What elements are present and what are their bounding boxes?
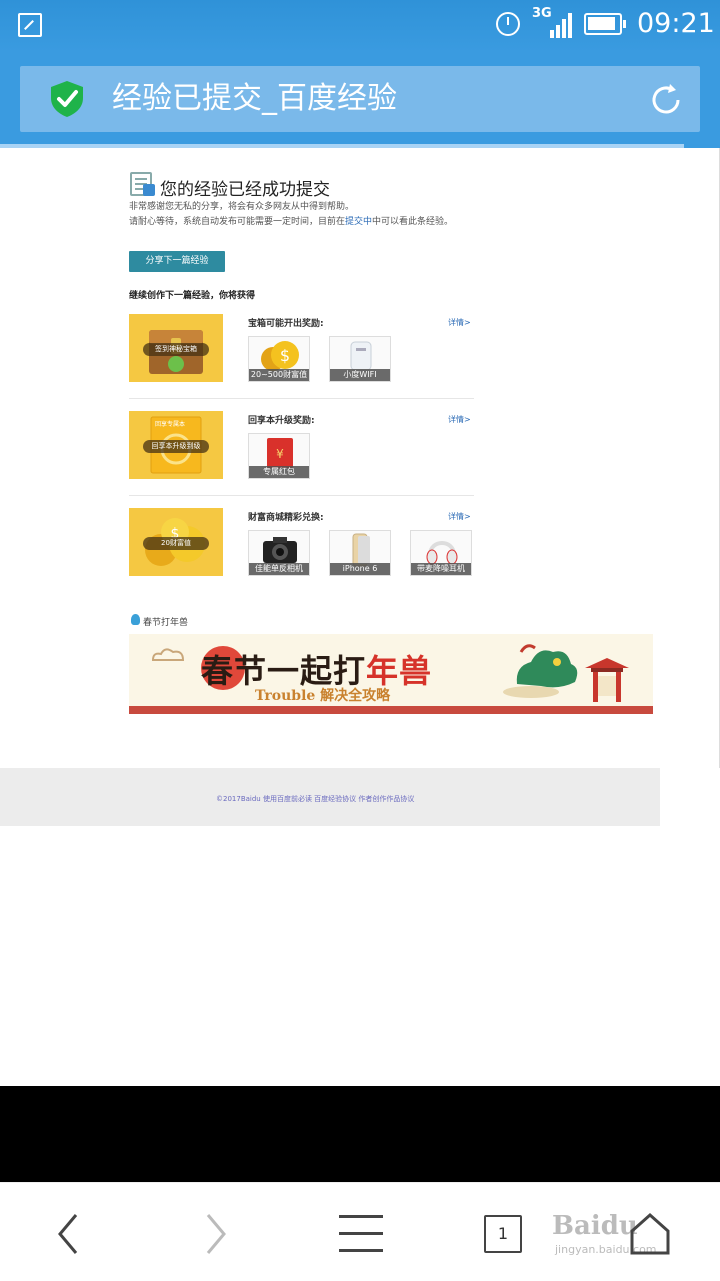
svg-text:$: $ (280, 346, 290, 365)
baidu-watermark: Baidu (552, 1211, 638, 1241)
wealth-banner[interactable]: $ 20财富值 (129, 508, 223, 576)
image-notification-icon (18, 13, 42, 37)
reward-title: 财富商城精彩兑换: (248, 513, 324, 523)
upgrade-banner[interactable]: 回享专属本 回享本升级到级 (129, 411, 223, 479)
footer-links[interactable]: ©2017Baidu 使用百度前必读 百度经验协议 作者创作作品协议 (216, 794, 414, 804)
prize-iphone[interactable]: iPhone 6 (329, 530, 391, 576)
home-icon[interactable] (626, 1209, 674, 1259)
back-icon[interactable] (44, 1209, 94, 1259)
forward-icon[interactable] (190, 1209, 240, 1259)
signal-icon (546, 12, 572, 38)
prize-caption: 带麦降噪耳机 (411, 563, 471, 575)
tabs-button[interactable]: 1 (484, 1215, 522, 1253)
prize-coins[interactable]: $ 20~500财富值 (248, 336, 310, 382)
share-next-button[interactable]: 分享下一篇经验 (129, 251, 225, 272)
browser-url-bar: 经验已提交_百度经验 (0, 52, 720, 148)
nian-beast-icon (503, 644, 578, 698)
menu-icon[interactable] (336, 1211, 386, 1257)
wifi-device-icon (350, 341, 372, 371)
headphones-icon (426, 541, 458, 565)
prize-caption: 专属红包 (249, 466, 309, 478)
divider (129, 495, 474, 496)
lightbulb-icon (131, 614, 140, 625)
detail-link[interactable]: 详情> (448, 511, 471, 522)
reward-title: 回享本升级奖励: (248, 416, 315, 426)
reward-title: 宝箱可能开出奖励: (248, 319, 324, 329)
check-badge-icon (143, 184, 155, 196)
detail-link[interactable]: 详情> (448, 317, 471, 328)
page-footer: ©2017Baidu 使用百度前必读 百度经验协议 作者创作作品协议 (0, 768, 660, 826)
prize-caption: 20~500财富值 (249, 369, 309, 381)
pavilion-icon (585, 658, 629, 702)
gold-coins-icon: $ (261, 341, 299, 371)
prize-caption: 佳能单反相机 (249, 563, 309, 575)
prize-caption: 小度WIFI (330, 369, 390, 381)
prize-red-envelope[interactable]: ¥ 专属红包 (248, 433, 310, 479)
camera-icon (263, 537, 297, 563)
red-envelope-icon: ¥ (267, 438, 293, 468)
url-field[interactable]: 经验已提交_百度经验 (20, 66, 700, 132)
reward-banner-label: 20财富值 (143, 537, 209, 550)
prize-headphones[interactable]: 带麦降噪耳机 (410, 530, 472, 576)
detail-link[interactable]: 详情> (448, 414, 471, 425)
alarm-icon (496, 12, 520, 36)
reward-banner-label: 回享本升级到级 (143, 440, 209, 453)
wait-text-prefix: 请耐心等待，系统自动发布可能需要一定时间，目前在 (129, 217, 346, 227)
banner-red-stripe (129, 706, 653, 714)
reward-banner-label: 签到神秘宝箱 (143, 343, 209, 356)
spring-subline: Trouble 解决全攻略 (255, 688, 391, 704)
divider (129, 398, 474, 399)
continue-heading: 继续创作下一篇经验，你将获得 (129, 291, 256, 301)
phone-icon (352, 533, 370, 567)
wait-text-suffix: 中可以看此条经验。 (372, 217, 454, 227)
prize-camera[interactable]: 佳能单反相机 (248, 530, 310, 576)
security-shield-icon (51, 81, 83, 117)
page-title: 经验已提交_百度经验 (112, 81, 397, 116)
treasure-chest-banner[interactable]: 签到神秘宝箱 (129, 314, 223, 382)
spring-label: 春节打年兽 (143, 618, 189, 628)
wait-text: 请耐心等待，系统自动发布可能需要一定时间，目前在提交中中可以看此条经验。 (129, 214, 453, 227)
browser-bottom-nav: 1 Baidu jingyan.baidu.com (0, 1182, 720, 1281)
prize-wifi[interactable]: 小度WIFI (329, 336, 391, 382)
thanks-text: 非常感谢您无私的分享，将会有众多网友从中得到帮助。 (129, 202, 355, 212)
book-top-label: 回享专属本 (155, 421, 186, 428)
page-content: 您的经验已经成功提交 非常感谢您无私的分享，将会有众多网友从中得到帮助。 请耐心… (0, 148, 720, 768)
prize-caption: iPhone 6 (330, 563, 390, 575)
success-title: 您的经验已经成功提交 (160, 180, 330, 200)
submitting-link[interactable]: 提交中 (345, 217, 372, 227)
black-strip (0, 1086, 720, 1182)
spring-festival-banner[interactable]: 春节一起打年兽 Trouble 解决全攻略 (129, 634, 653, 714)
svg-text:¥: ¥ (276, 447, 284, 461)
status-bar: 3G 09:21 (0, 0, 720, 52)
battery-icon (584, 13, 626, 35)
refresh-icon[interactable] (648, 82, 684, 118)
clock: 09:21 (637, 8, 715, 39)
cloud-icon (151, 648, 185, 661)
